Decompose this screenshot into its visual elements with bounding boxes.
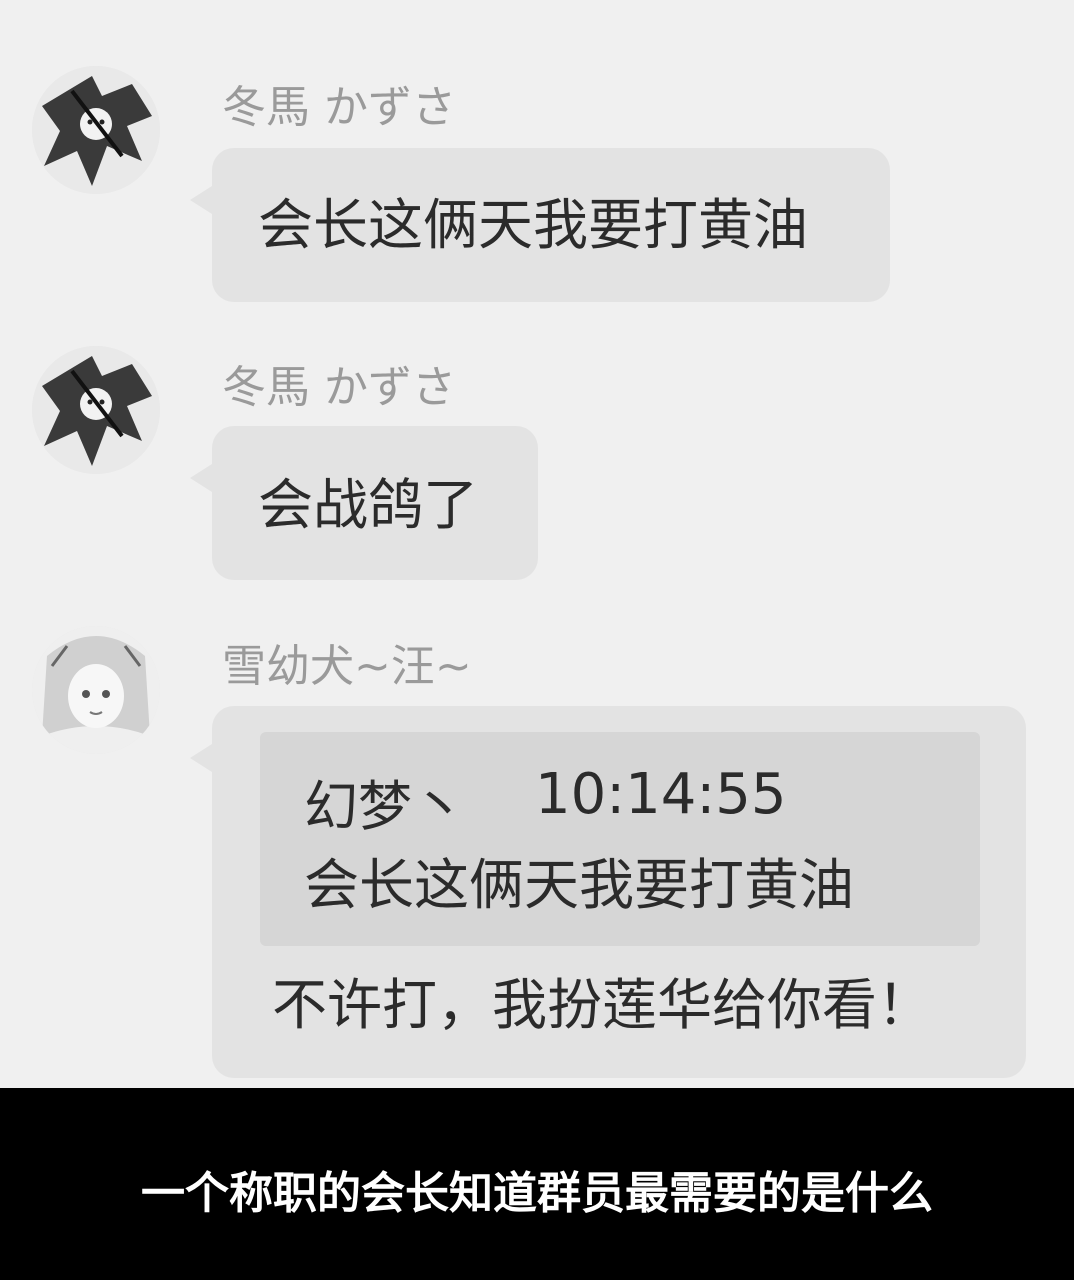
quote-author: 幻梦丶 <box>304 775 466 838</box>
chat-window: 冬馬 かずさ 会长这俩天我要打黄油 冬馬 かずさ 会战鸽了 雪幼犬~汪~ 幻梦丶… <box>0 0 1074 1088</box>
anime-character-avatar-icon <box>32 66 160 194</box>
bubble-tail <box>190 464 212 492</box>
quote-timestamp: 10:14:55 <box>535 762 787 827</box>
anime-character-avatar-icon <box>32 346 160 474</box>
quote-text: 会长这俩天我要打黄油 <box>304 853 855 917</box>
message-bubble[interactable]: 会长这俩天我要打黄油 <box>190 148 890 302</box>
message-text: 不许打，我扮莲华给你看！ <box>272 973 933 1037</box>
sender-name: 冬馬 かずさ <box>222 362 456 413</box>
bubble-tail <box>190 744 212 772</box>
message-bubble[interactable]: 会战鸽了 <box>190 426 538 580</box>
sender-name: 冬馬 かずさ <box>222 82 456 133</box>
message-text: 会战鸽了 <box>258 473 479 537</box>
quoted-message[interactable]: 幻梦丶 10:14:55 会长这俩天我要打黄油 <box>260 732 980 946</box>
video-caption: 一个称职的会长知道群员最需要的是什么 <box>141 1168 933 1219</box>
avatar[interactable] <box>32 626 160 754</box>
message-text: 会长这俩天我要打黄油 <box>258 193 809 257</box>
avatar[interactable] <box>32 346 160 474</box>
avatar[interactable] <box>32 66 160 194</box>
message-bubble[interactable]: 幻梦丶 10:14:55 会长这俩天我要打黄油 不许打，我扮莲华给你看！ <box>190 706 1026 1078</box>
caption-bar: 一个称职的会长知道群员最需要的是什么 <box>0 1088 1074 1280</box>
bubble-tail <box>190 186 212 214</box>
anime-girl-avatar-icon <box>32 626 160 754</box>
sender-name: 雪幼犬~汪~ <box>222 641 472 692</box>
